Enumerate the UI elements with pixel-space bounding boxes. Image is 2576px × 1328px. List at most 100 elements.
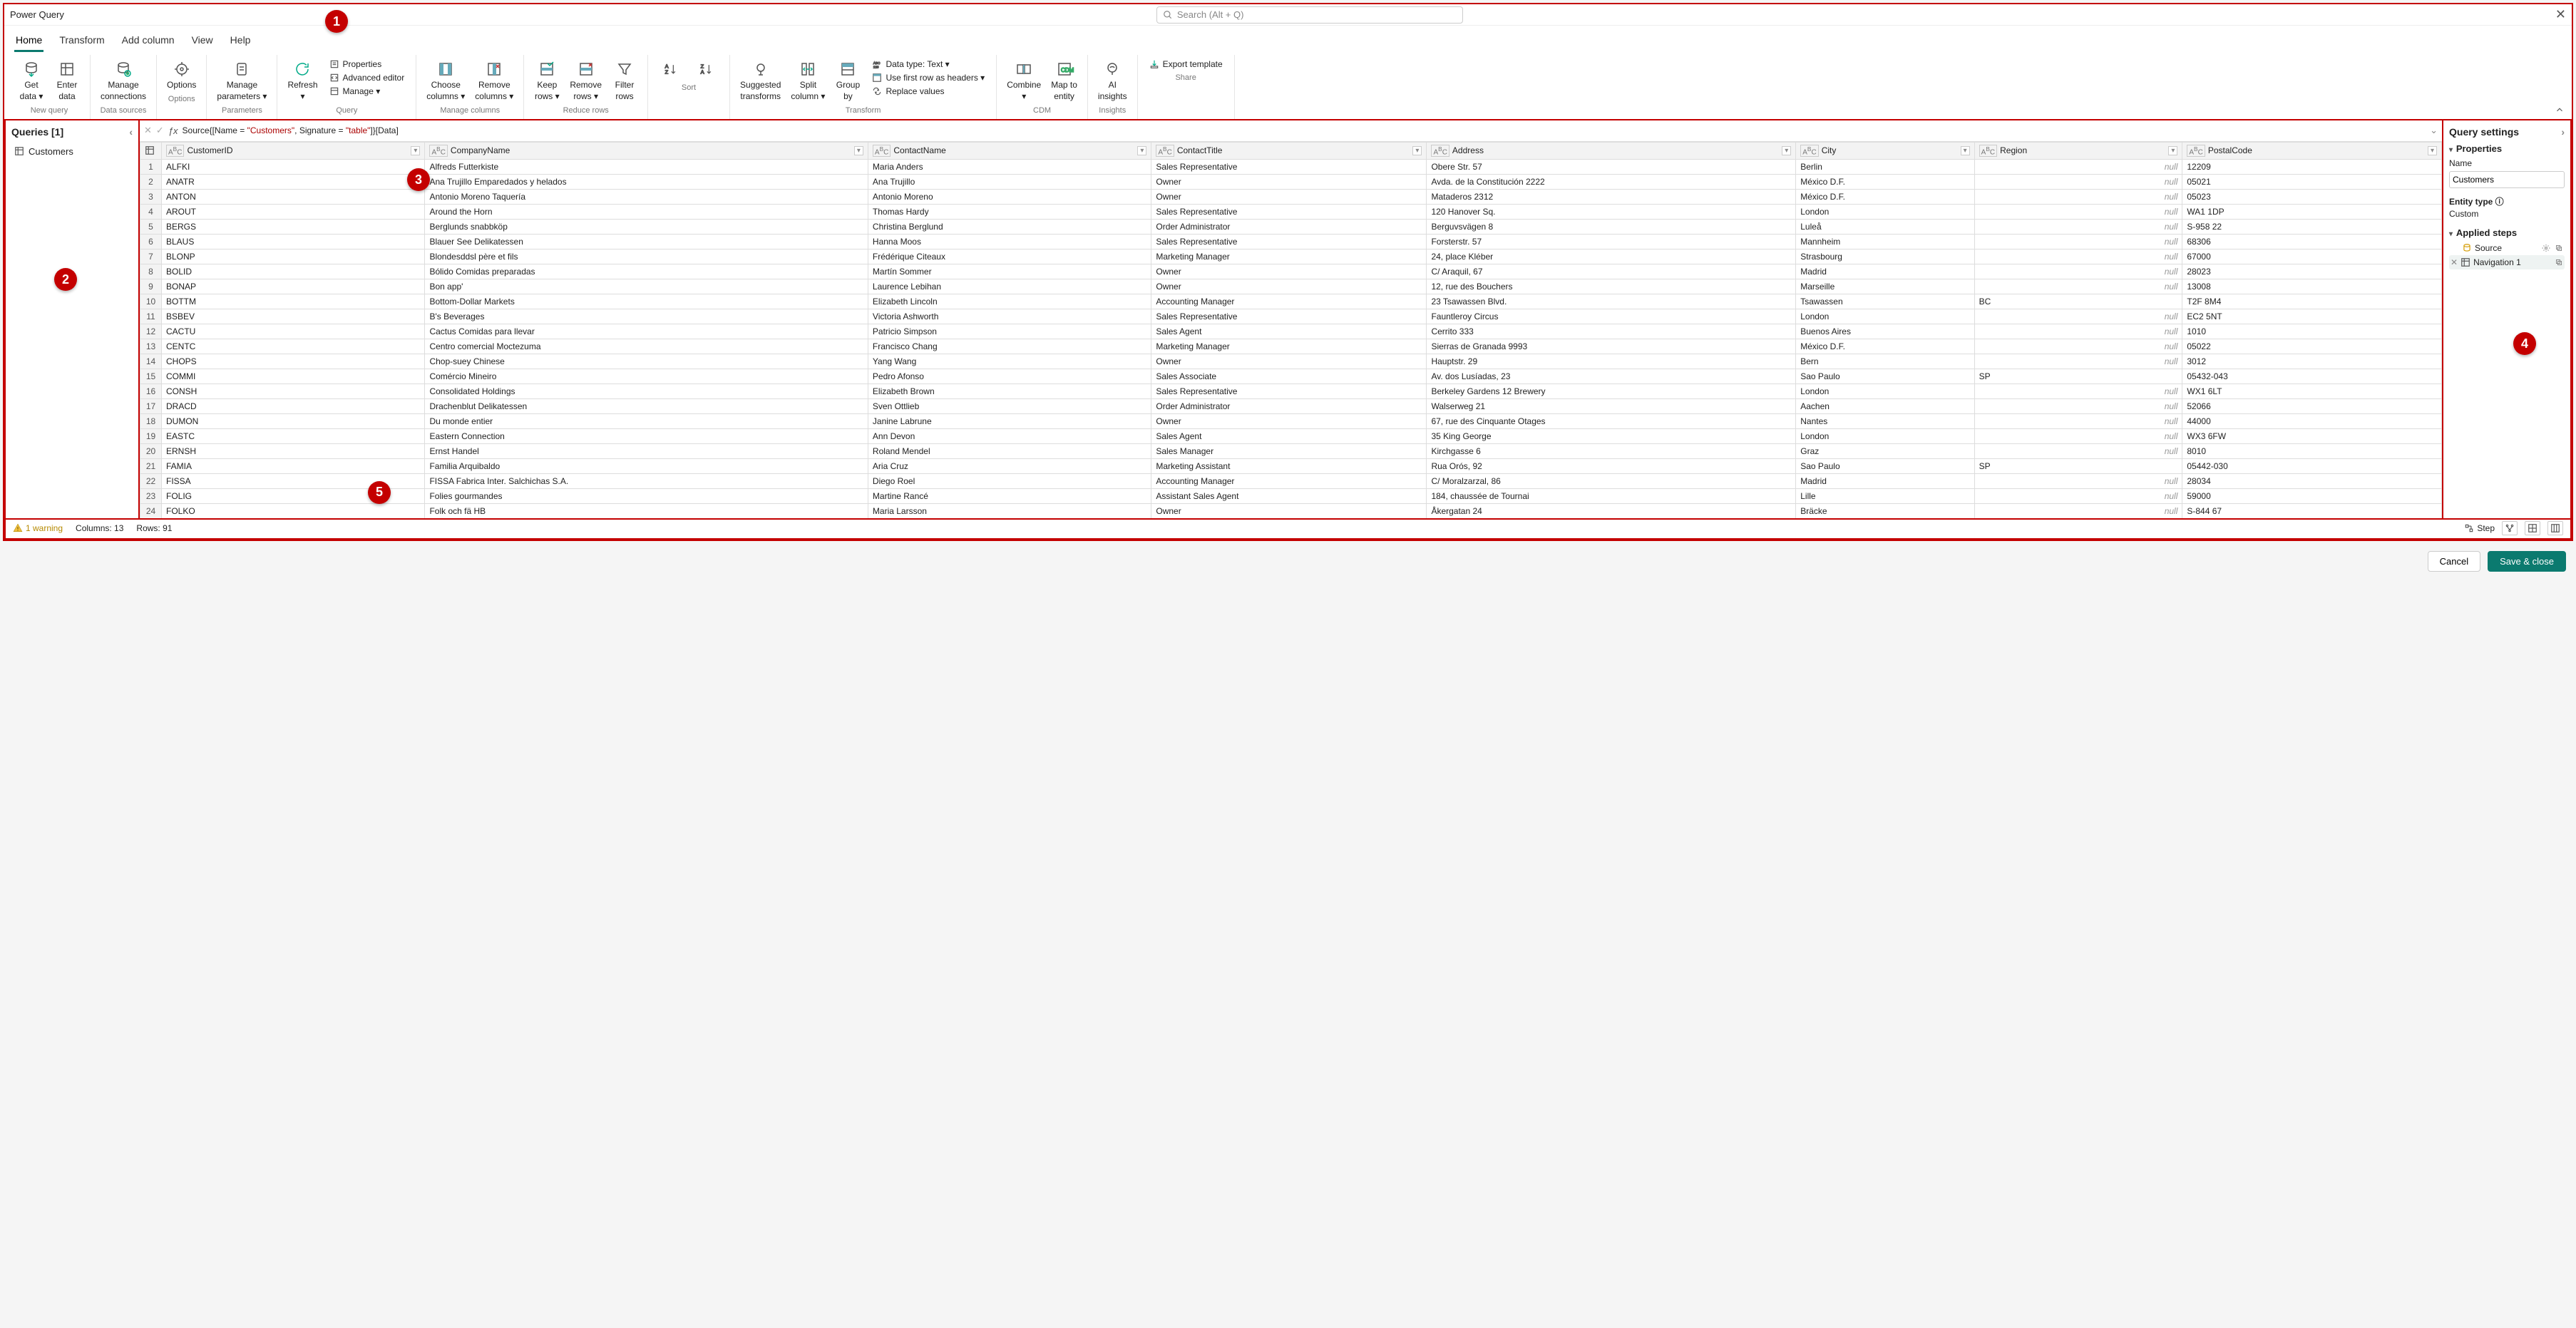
diagram-view-button[interactable] xyxy=(2502,521,2518,535)
export-template-button[interactable]: Export template xyxy=(1146,58,1226,71)
cell[interactable]: T2F 8M4 xyxy=(2182,294,2442,309)
cell[interactable]: Obere Str. 57 xyxy=(1427,159,1796,174)
cell[interactable]: Sales Representative xyxy=(1151,159,1427,174)
cell[interactable]: CHOPS xyxy=(162,354,425,369)
cell[interactable]: Rua Orós, 92 xyxy=(1427,458,1796,473)
cell[interactable]: Consolidated Holdings xyxy=(425,384,868,398)
cell[interactable]: Eastern Connection xyxy=(425,428,868,443)
cell[interactable]: Marketing Manager xyxy=(1151,249,1427,264)
cell[interactable]: ERNSH xyxy=(162,443,425,458)
cell[interactable]: SP xyxy=(1974,458,2182,473)
enter-data-button[interactable]: Enterdata xyxy=(50,56,84,105)
cell[interactable]: BLONP xyxy=(162,249,425,264)
row-number[interactable]: 21 xyxy=(140,458,162,473)
choose-columns-button[interactable]: Choosecolumns ▾ xyxy=(422,56,469,105)
cell[interactable]: Maria Anders xyxy=(868,159,1151,174)
cell[interactable]: Nantes xyxy=(1796,413,1974,428)
cell[interactable]: Åkergatan 24 xyxy=(1427,503,1796,518)
cell[interactable]: null xyxy=(1974,264,2182,279)
cell[interactable]: Martín Sommer xyxy=(868,264,1151,279)
group-by-button[interactable]: Groupby xyxy=(831,56,865,105)
column-header-contactname[interactable]: ABCContactName▾ xyxy=(868,142,1151,159)
cell[interactable]: Sao Paulo xyxy=(1796,369,1974,384)
cell[interactable]: Marseille xyxy=(1796,279,1974,294)
link-icon[interactable] xyxy=(2555,244,2563,252)
cell[interactable]: null xyxy=(1974,324,2182,339)
cell[interactable]: ANTON xyxy=(162,189,425,204)
grid-view-button[interactable] xyxy=(2525,521,2540,535)
collapse-queries-icon[interactable]: ‹ xyxy=(129,126,133,138)
cancel-formula-icon[interactable]: ✕ xyxy=(144,125,152,136)
cell[interactable]: ANATR xyxy=(162,174,425,189)
cell[interactable]: Bräcke xyxy=(1796,503,1974,518)
cell[interactable]: EASTC xyxy=(162,428,425,443)
table-row[interactable]: 19EASTCEastern ConnectionAnn DevonSales … xyxy=(140,428,2442,443)
cell[interactable]: Owner xyxy=(1151,354,1427,369)
gear-icon[interactable] xyxy=(2542,244,2550,252)
filter-dropdown-icon[interactable]: ▾ xyxy=(411,146,420,155)
row-number[interactable]: 14 xyxy=(140,354,162,369)
cell[interactable]: Bólido Comidas preparadas xyxy=(425,264,868,279)
filter-dropdown-icon[interactable]: ▾ xyxy=(1412,146,1422,155)
cell[interactable]: Victoria Ashworth xyxy=(868,309,1151,324)
tab-help[interactable]: Help xyxy=(229,30,252,52)
cell[interactable]: Luleå xyxy=(1796,219,1974,234)
map-to-entity-button[interactable]: CDMMap toentity xyxy=(1047,56,1082,105)
cell[interactable]: null xyxy=(1974,309,2182,324)
cell[interactable]: Drachenblut Delikatessen xyxy=(425,398,868,413)
link-icon[interactable] xyxy=(2555,258,2563,267)
cell[interactable]: null xyxy=(1974,354,2182,369)
cell[interactable]: Mannheim xyxy=(1796,234,1974,249)
cell[interactable]: null xyxy=(1974,428,2182,443)
table-row[interactable]: 20ERNSHErnst HandelRoland MendelSales Ma… xyxy=(140,443,2442,458)
schema-view-button[interactable] xyxy=(2547,521,2563,535)
suggested-transforms-button[interactable]: Suggestedtransforms xyxy=(736,56,785,105)
cell[interactable]: Thomas Hardy xyxy=(868,204,1151,219)
data-grid[interactable]: ABCCustomerID▾ABCCompanyName▾ABCContactN… xyxy=(140,142,2442,518)
cell[interactable]: 67, rue des Cinquante Otages xyxy=(1427,413,1796,428)
cell[interactable]: Tsawassen xyxy=(1796,294,1974,309)
row-number[interactable]: 17 xyxy=(140,398,162,413)
cell[interactable]: 3012 xyxy=(2182,354,2442,369)
cell[interactable]: null xyxy=(1974,503,2182,518)
cell[interactable]: 1010 xyxy=(2182,324,2442,339)
cell[interactable]: 23 Tsawassen Blvd. xyxy=(1427,294,1796,309)
filter-dropdown-icon[interactable]: ▾ xyxy=(2428,146,2437,155)
formula-expression[interactable]: Source{[Name = "Customers", Signature = … xyxy=(183,125,2426,135)
cell[interactable]: FAMIA xyxy=(162,458,425,473)
fx-icon[interactable]: ƒx xyxy=(168,125,178,136)
cell[interactable]: Marketing Assistant xyxy=(1151,458,1427,473)
cell[interactable]: Blondesddsl père et fils xyxy=(425,249,868,264)
type-icon[interactable]: ABC xyxy=(873,145,891,157)
table-row[interactable]: 2ANATRAna Trujillo Emparedados y helados… xyxy=(140,174,2442,189)
cell[interactable]: México D.F. xyxy=(1796,339,1974,354)
cell[interactable]: Accounting Manager xyxy=(1151,294,1427,309)
cell[interactable]: FOLKO xyxy=(162,503,425,518)
row-number[interactable]: 22 xyxy=(140,473,162,488)
table-row[interactable]: 24FOLKOFolk och fä HBMaria LarssonOwnerÅ… xyxy=(140,503,2442,518)
row-number[interactable]: 5 xyxy=(140,219,162,234)
cancel-button[interactable]: Cancel xyxy=(2428,551,2480,572)
row-number[interactable]: 6 xyxy=(140,234,162,249)
collapse-settings-icon[interactable]: › xyxy=(2561,126,2565,138)
cell[interactable]: Folies gourmandes xyxy=(425,488,868,503)
cell[interactable]: 44000 xyxy=(2182,413,2442,428)
manage-button[interactable]: Manage ▾ xyxy=(327,85,408,98)
table-row[interactable]: 17DRACDDrachenblut DelikatessenSven Ottl… xyxy=(140,398,2442,413)
cell[interactable]: Frédérique Citeaux xyxy=(868,249,1151,264)
cell[interactable]: Janine Labrune xyxy=(868,413,1151,428)
cell[interactable]: Francisco Chang xyxy=(868,339,1151,354)
data-type-button[interactable]: ABC123Data type: Text ▾ xyxy=(869,58,987,71)
cell[interactable]: Berlin xyxy=(1796,159,1974,174)
replace-values-button[interactable]: Replace values xyxy=(869,85,987,98)
cell[interactable]: London xyxy=(1796,428,1974,443)
cell[interactable]: Blauer See Delikatessen xyxy=(425,234,868,249)
cell[interactable]: Sales Associate xyxy=(1151,369,1427,384)
applied-step-navigation-1[interactable]: ✕Navigation 1 xyxy=(2449,255,2565,269)
row-number[interactable]: 23 xyxy=(140,488,162,503)
column-header-postalcode[interactable]: ABCPostalCode▾ xyxy=(2182,142,2442,159)
cell[interactable]: Madrid xyxy=(1796,264,1974,279)
cell[interactable]: Sales Representative xyxy=(1151,204,1427,219)
refresh-button[interactable]: Refresh▾ xyxy=(283,56,322,105)
cell[interactable]: S-844 67 xyxy=(2182,503,2442,518)
